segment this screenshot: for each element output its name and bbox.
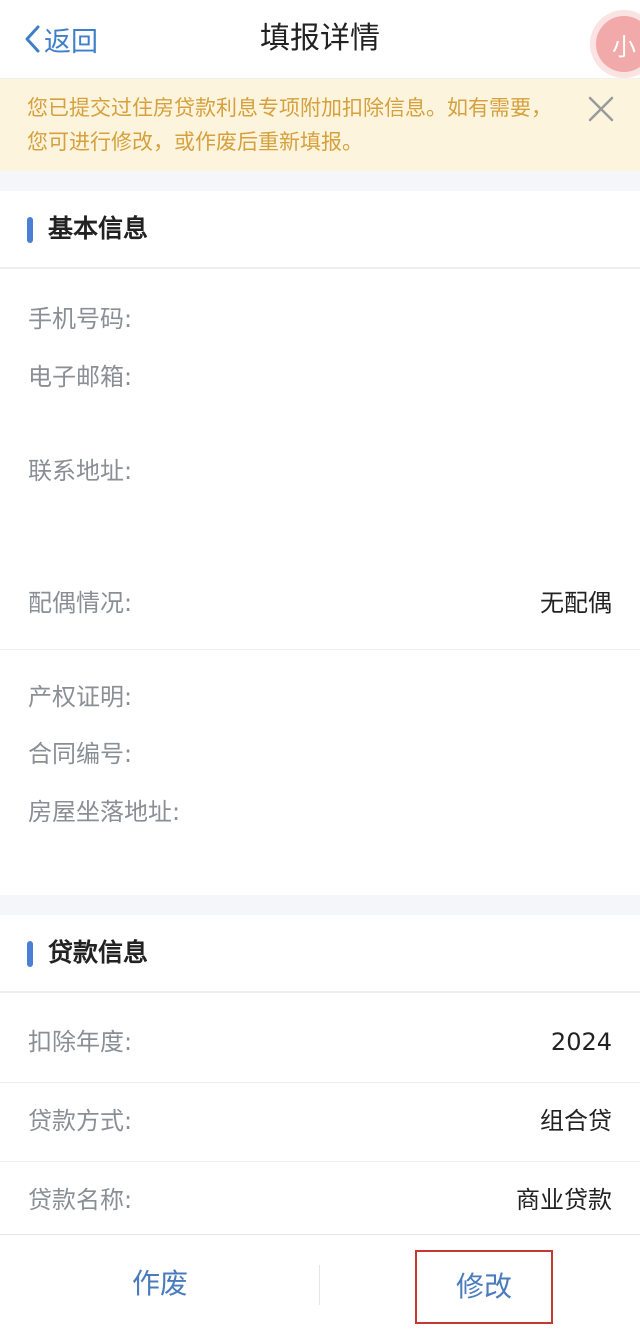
contract-label: 合同编号: [28,740,133,768]
divider [0,649,640,650]
section-header-basic-info: 基本信息 [0,191,640,269]
divider [0,1082,640,1083]
section-title-basic-info: 基本信息 [48,214,149,243]
bottom-action-bar: 作废 修改 [0,1234,640,1338]
section-title-loan-info: 贷款信息 [48,938,149,967]
notice-close-button[interactable] [586,94,616,124]
notice-text: 您已提交过住房贷款利息专项附加扣除信息。如有需要，您可进行修改，或作废后重新填报… [27,96,552,154]
email-label: 电子邮箱: [28,363,133,391]
notice-banner: 您已提交过住房贷款利息专项附加扣除信息。如有需要，您可进行修改，或作废后重新填报… [0,79,640,171]
section-accent-bar [27,941,33,967]
nav-bar: 返回 填报详情 小 [0,0,640,79]
method-label: 贷款方式: [28,1107,133,1135]
address-label: 联系地址: [28,457,133,485]
section-gap [0,171,640,191]
year-value: 2024 [550,1028,612,1056]
year-label: 扣除年度: [28,1028,133,1056]
spouse-label: 配偶情况: [28,589,133,617]
spouse-value: 无配偶 [540,589,612,617]
phone-label: 手机号码: [28,305,133,333]
divider [0,1161,640,1162]
loan-name-label: 贷款名称: [28,1186,133,1214]
close-icon [588,96,614,122]
property-cert-label: 产权证明: [28,683,133,711]
section-header-loan-info: 贷款信息 [0,915,640,993]
house-address-label: 房屋坐落地址: [28,798,181,826]
section-gap [0,895,640,915]
floating-assistant-button[interactable]: 小 [596,16,640,72]
void-button[interactable]: 作废 [90,1255,230,1313]
page-title: 填报详情 [260,21,380,56]
section-accent-bar [27,217,33,243]
loan-name-value: 商业贷款 [516,1186,612,1214]
method-value: 组合贷 [540,1107,612,1135]
floating-assistant-label: 小 [612,32,636,61]
button-separator [319,1265,320,1305]
edit-button[interactable]: 修改 [415,1250,553,1324]
